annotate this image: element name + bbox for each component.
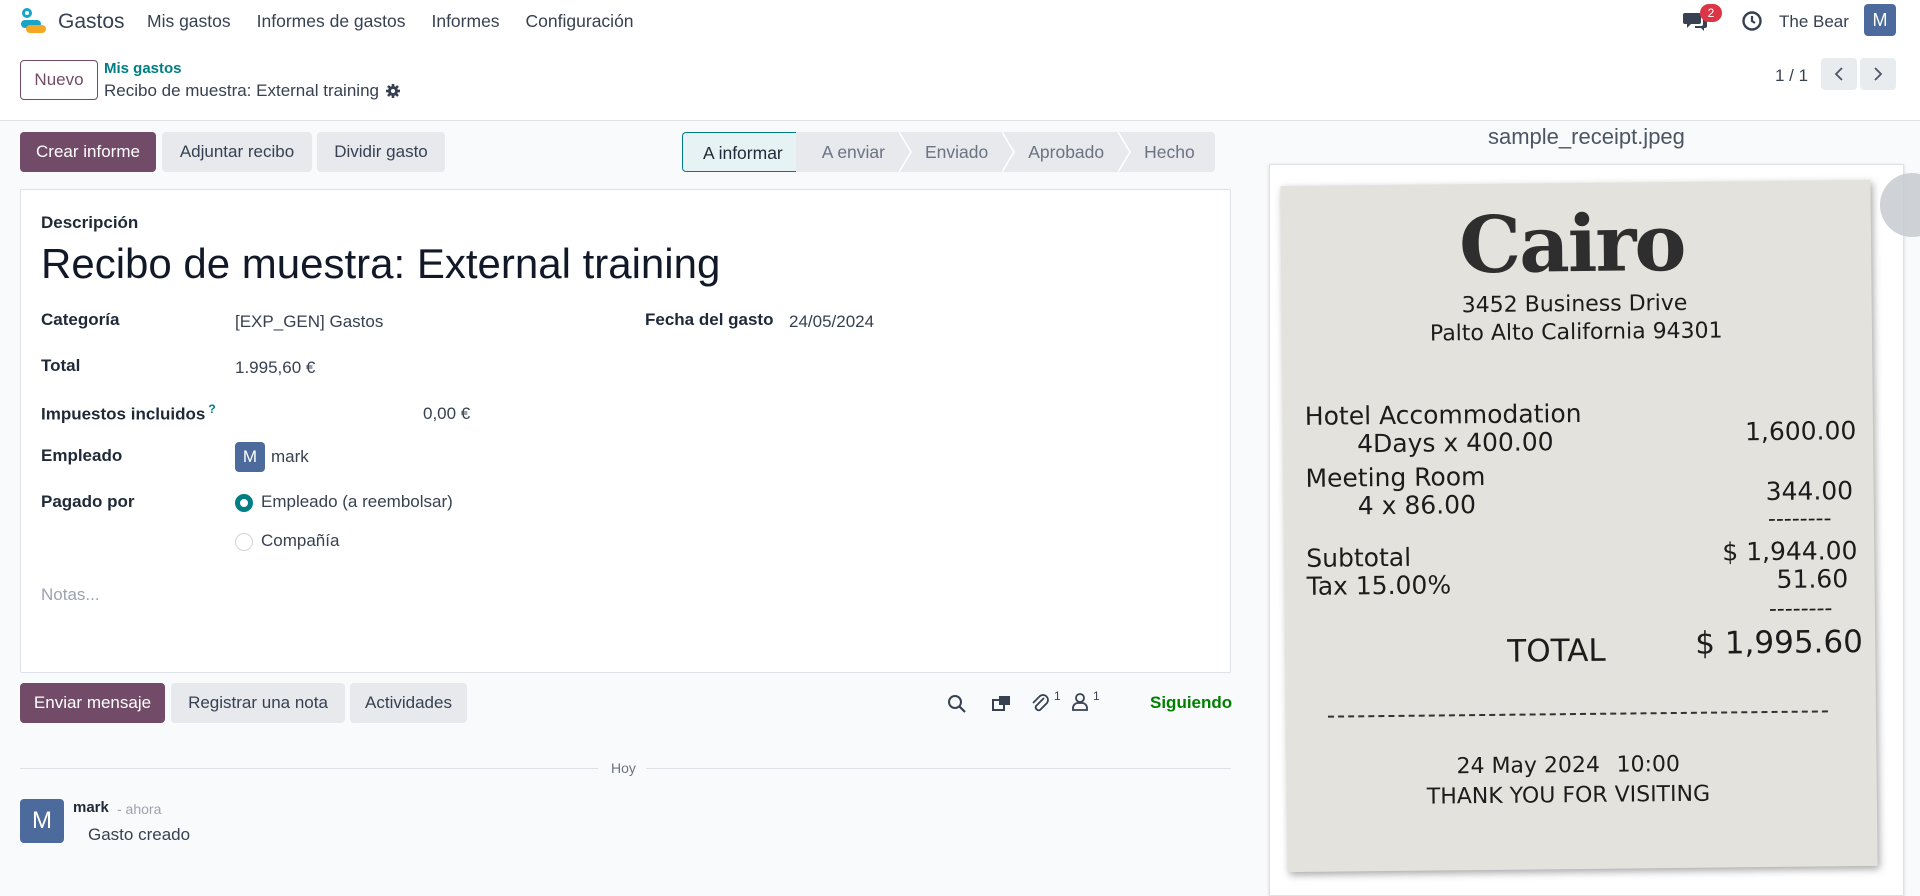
windows-icon[interactable] xyxy=(991,693,1013,713)
stage-arrow-icon xyxy=(1118,132,1133,172)
paid-by-employee-radio[interactable] xyxy=(235,494,253,512)
stage-approved[interactable]: Aprobado xyxy=(1016,132,1119,172)
attach-receipt-button[interactable]: Adjuntar recibo xyxy=(162,132,312,172)
breadcrumb-current-label: Recibo de muestra: External training xyxy=(104,81,379,100)
user-avatar[interactable]: M xyxy=(1864,4,1896,36)
message-time: - ahora xyxy=(117,801,162,817)
receipt-item-amount: 344.00 xyxy=(1765,476,1854,507)
receipt-item-amount: 1,600.00 xyxy=(1744,416,1857,447)
receipt-logo: Cairo xyxy=(1458,197,1685,292)
gear-icon[interactable] xyxy=(385,83,401,99)
divider xyxy=(20,768,598,769)
description-label: Descripción xyxy=(41,213,139,232)
menu-my-expenses[interactable]: Mis gastos xyxy=(147,11,231,32)
paid-by-company-label[interactable]: Compañía xyxy=(261,531,339,551)
receipt-dashes: -------- xyxy=(1768,596,1833,623)
form-view: Crear informe Adjuntar recibo Dividir ga… xyxy=(0,121,1252,896)
control-panel: Nuevo Mis gastos Recibo de muestra: Exte… xyxy=(0,42,1920,121)
expense-title-field[interactable]: Recibo de muestra: External training xyxy=(41,240,720,288)
menu-configuration[interactable]: Configuración xyxy=(526,11,634,32)
notes-field[interactable]: Notas... xyxy=(41,585,100,605)
chevron-left-icon xyxy=(1834,67,1843,81)
menu-reporting[interactable]: Informes xyxy=(431,11,499,32)
employee-field[interactable]: mark xyxy=(271,447,309,467)
receipt-date: 24 May 2024 xyxy=(1456,752,1601,780)
receipt-item-detail: 4 x 86.00 xyxy=(1357,490,1477,521)
send-message-button[interactable]: Enviar mensaje xyxy=(20,683,165,723)
message-author[interactable]: mark xyxy=(73,799,109,816)
activities-button[interactable]: Actividades xyxy=(350,683,467,723)
search-icon[interactable] xyxy=(947,694,967,714)
stage-submitted[interactable]: Enviado xyxy=(912,132,1003,172)
stage-to-report[interactable]: A informar xyxy=(682,132,797,172)
following-button[interactable]: Siguiendo xyxy=(1150,693,1232,713)
main-menu: Mis gastos Informes de gastos Informes C… xyxy=(147,11,634,32)
receipt-time: 10:00 xyxy=(1616,751,1681,778)
receipt-subtotal-value: $ 1,944.00 xyxy=(1722,536,1858,567)
receipt-total-label: TOTAL xyxy=(1507,632,1606,670)
receipt-separator xyxy=(1327,710,1828,718)
form-sheet: Descripción Recibo de muestra: External … xyxy=(20,189,1231,673)
divider xyxy=(646,768,1231,769)
taxes-included-text: Impuestos incluidos xyxy=(41,404,206,424)
receipt-total-value: $ 1,995.60 xyxy=(1695,624,1864,662)
employee-label: Empleado xyxy=(41,446,123,465)
help-tooltip-icon[interactable]: ? xyxy=(208,402,215,416)
receipt-item: Meeting Room xyxy=(1305,461,1486,493)
stage-arrow-icon xyxy=(898,132,913,172)
receipt-tax-label: Tax 15.00% xyxy=(1306,570,1452,601)
category-field[interactable]: [EXP_GEN] Gastos xyxy=(235,312,383,332)
receipt-image[interactable]: Cairo 3452 Business Drive Palto Alto Cal… xyxy=(1269,164,1904,896)
date-separator: Hoy xyxy=(611,760,636,776)
stage-arrow-icon xyxy=(1002,132,1017,172)
menu-expense-reports[interactable]: Informes de gastos xyxy=(257,11,406,32)
paid-by-company-radio[interactable] xyxy=(235,533,253,551)
app-name[interactable]: Gastos xyxy=(58,10,125,34)
receipt-item: Hotel Accommodation xyxy=(1304,398,1582,431)
taxes-field[interactable]: 0,00 € xyxy=(423,404,470,424)
expense-date-field[interactable]: 24/05/2024 xyxy=(789,312,874,332)
breadcrumb-parent[interactable]: Mis gastos xyxy=(104,60,182,77)
followers-count: 1 xyxy=(1093,689,1100,703)
receipt-tax-value: 51.60 xyxy=(1776,564,1849,594)
pager-next-button[interactable] xyxy=(1860,58,1896,90)
taxes-included-label: Impuestos incluidos? xyxy=(41,402,216,425)
receipt-address-line: Palto Alto California 94301 xyxy=(1429,318,1723,347)
receipt-dashes: -------- xyxy=(1767,506,1832,533)
receipt-paper: Cairo 3452 Business Drive Palto Alto Cal… xyxy=(1280,179,1878,873)
activity-clock-icon[interactable] xyxy=(1741,10,1763,32)
message-author-avatar[interactable]: M xyxy=(20,799,64,843)
paid-by-employee-label[interactable]: Empleado (a reembolsar) xyxy=(261,492,453,512)
total-label: Total xyxy=(41,356,81,375)
receipt-address-line: 3452 Business Drive xyxy=(1461,290,1688,319)
top-navbar: Gastos Mis gastos Informes de gastos Inf… xyxy=(0,0,1920,42)
create-report-button[interactable]: Crear informe xyxy=(20,132,156,172)
log-note-button[interactable]: Registrar una nota xyxy=(171,683,345,723)
expense-date-label: Fecha del gasto xyxy=(645,310,774,329)
pager-value[interactable]: 1 / 1 xyxy=(1775,66,1808,86)
paperclip-icon[interactable] xyxy=(1030,692,1050,714)
category-label: Categoría xyxy=(41,310,120,329)
status-bar: A informar A enviar Enviado Aprobado Hec… xyxy=(682,132,1215,172)
expenses-app-icon[interactable] xyxy=(18,6,48,36)
total-field[interactable]: 1.995,60 € xyxy=(235,358,315,378)
stage-done[interactable]: Hecho xyxy=(1132,132,1215,172)
split-expense-button[interactable]: Dividir gasto xyxy=(317,132,445,172)
company-switcher[interactable]: The Bear xyxy=(1779,12,1849,32)
paid-by-label: Pagado por xyxy=(41,492,135,511)
attachments-count: 1 xyxy=(1054,689,1061,703)
message-count-badge: 2 xyxy=(1700,4,1722,22)
new-button[interactable]: Nuevo xyxy=(20,60,98,100)
attachment-file-name: sample_receipt.jpeg xyxy=(1488,124,1685,149)
pager-previous-button[interactable] xyxy=(1821,58,1857,90)
receipt-subtotal-label: Subtotal xyxy=(1306,542,1412,573)
stage-to-submit[interactable]: A enviar xyxy=(795,132,899,172)
receipt-thanks: THANK YOU FOR VISITING xyxy=(1426,781,1711,810)
receipt-item-detail: 4Days x 400.00 xyxy=(1356,427,1554,459)
message-body: Gasto creado xyxy=(88,825,191,844)
employee-avatar: M xyxy=(235,442,265,472)
followers-icon[interactable] xyxy=(1071,692,1089,712)
breadcrumb-current: Recibo de muestra: External training xyxy=(104,81,401,101)
chevron-right-icon xyxy=(1874,67,1883,81)
